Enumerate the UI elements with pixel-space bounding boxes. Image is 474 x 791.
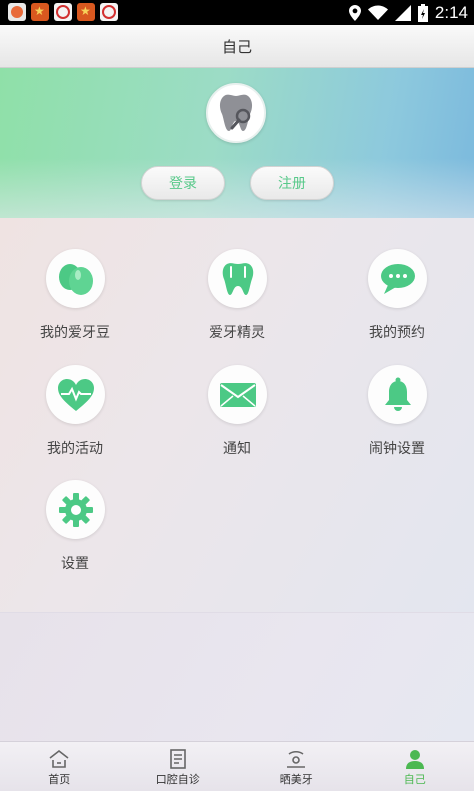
menu-item-notifications[interactable]: 通知 [162,334,312,457]
smile-icon [287,750,306,768]
app-notification-icon [77,3,95,21]
tab-label: 口腔自诊 [155,773,200,786]
menu-item-alarm-settings[interactable]: 闹钟设置 [322,334,472,457]
beans-icon [58,263,93,295]
menu-icon-circle [46,365,105,424]
app-notification-icon [31,3,49,21]
menu-icon-circle [46,249,105,308]
menu-icon-circle [368,365,427,424]
menu-item-my-activities[interactable]: 我的活动 [0,334,150,457]
tab-label: 自己 [403,773,426,786]
clock-time: 2:14 [434,2,468,22]
system-status: 2:14 [348,0,468,25]
menu-item-settings[interactable]: 设置 [0,449,150,572]
home-icon [49,749,69,768]
tooth-icon [219,94,253,131]
profile-header: 登录 注册 [0,68,474,218]
location-icon [348,4,361,21]
menu-icon-circle [46,480,105,539]
menu-icon-circle [208,249,267,308]
notification-icons [8,3,118,21]
mail-icon [219,382,256,407]
app-notification-icon [100,3,118,21]
tab-label: 晒美牙 [279,773,313,786]
heart-pulse-icon [57,378,94,411]
menu-item-label: 设置 [61,556,89,572]
chat-bubble-icon [380,263,415,294]
menu-item-aiya-beans[interactable]: 我的爱牙豆 [0,218,150,341]
menu-grid: 我的爱牙豆 爱牙精灵 我的预约 我的活动 通知 闹钟设置 设置 [0,218,474,613]
tooth-icon [222,262,253,295]
bottom-tab-bar: 首页 口腔自诊 晒美牙 自己 [0,741,474,791]
menu-item-tooth-spirit[interactable]: 爱牙精灵 [162,218,312,341]
avatar[interactable] [206,83,266,143]
tab-oral-self-diagnosis[interactable]: 口腔自诊 [119,742,238,791]
app-notification-icon [54,3,72,21]
gear-icon [58,492,93,527]
bell-icon [384,377,411,411]
battery-icon [417,3,428,22]
menu-icon-circle [208,365,267,424]
page-title: 自己 [221,37,252,56]
app-notification-icon [8,3,26,21]
empty-content-area [0,613,474,741]
title-bar: 自己 [0,25,474,68]
tab-show-teeth[interactable]: 晒美牙 [237,742,356,791]
register-button[interactable]: 注册 [250,166,334,200]
status-bar: 2:14 [0,0,474,25]
menu-icon-circle [368,249,427,308]
menu-item-my-appointment[interactable]: 我的预约 [322,218,472,341]
signal-icon [394,4,411,21]
person-icon [405,750,424,769]
login-button[interactable]: 登录 [141,166,225,200]
wifi-icon [367,5,388,20]
document-icon [169,749,186,769]
tab-home[interactable]: 首页 [0,742,119,791]
menu-item-label: 通知 [223,441,251,457]
tab-me[interactable]: 自己 [356,742,474,791]
tab-label: 首页 [48,773,71,786]
menu-item-label: 闹钟设置 [369,441,425,457]
